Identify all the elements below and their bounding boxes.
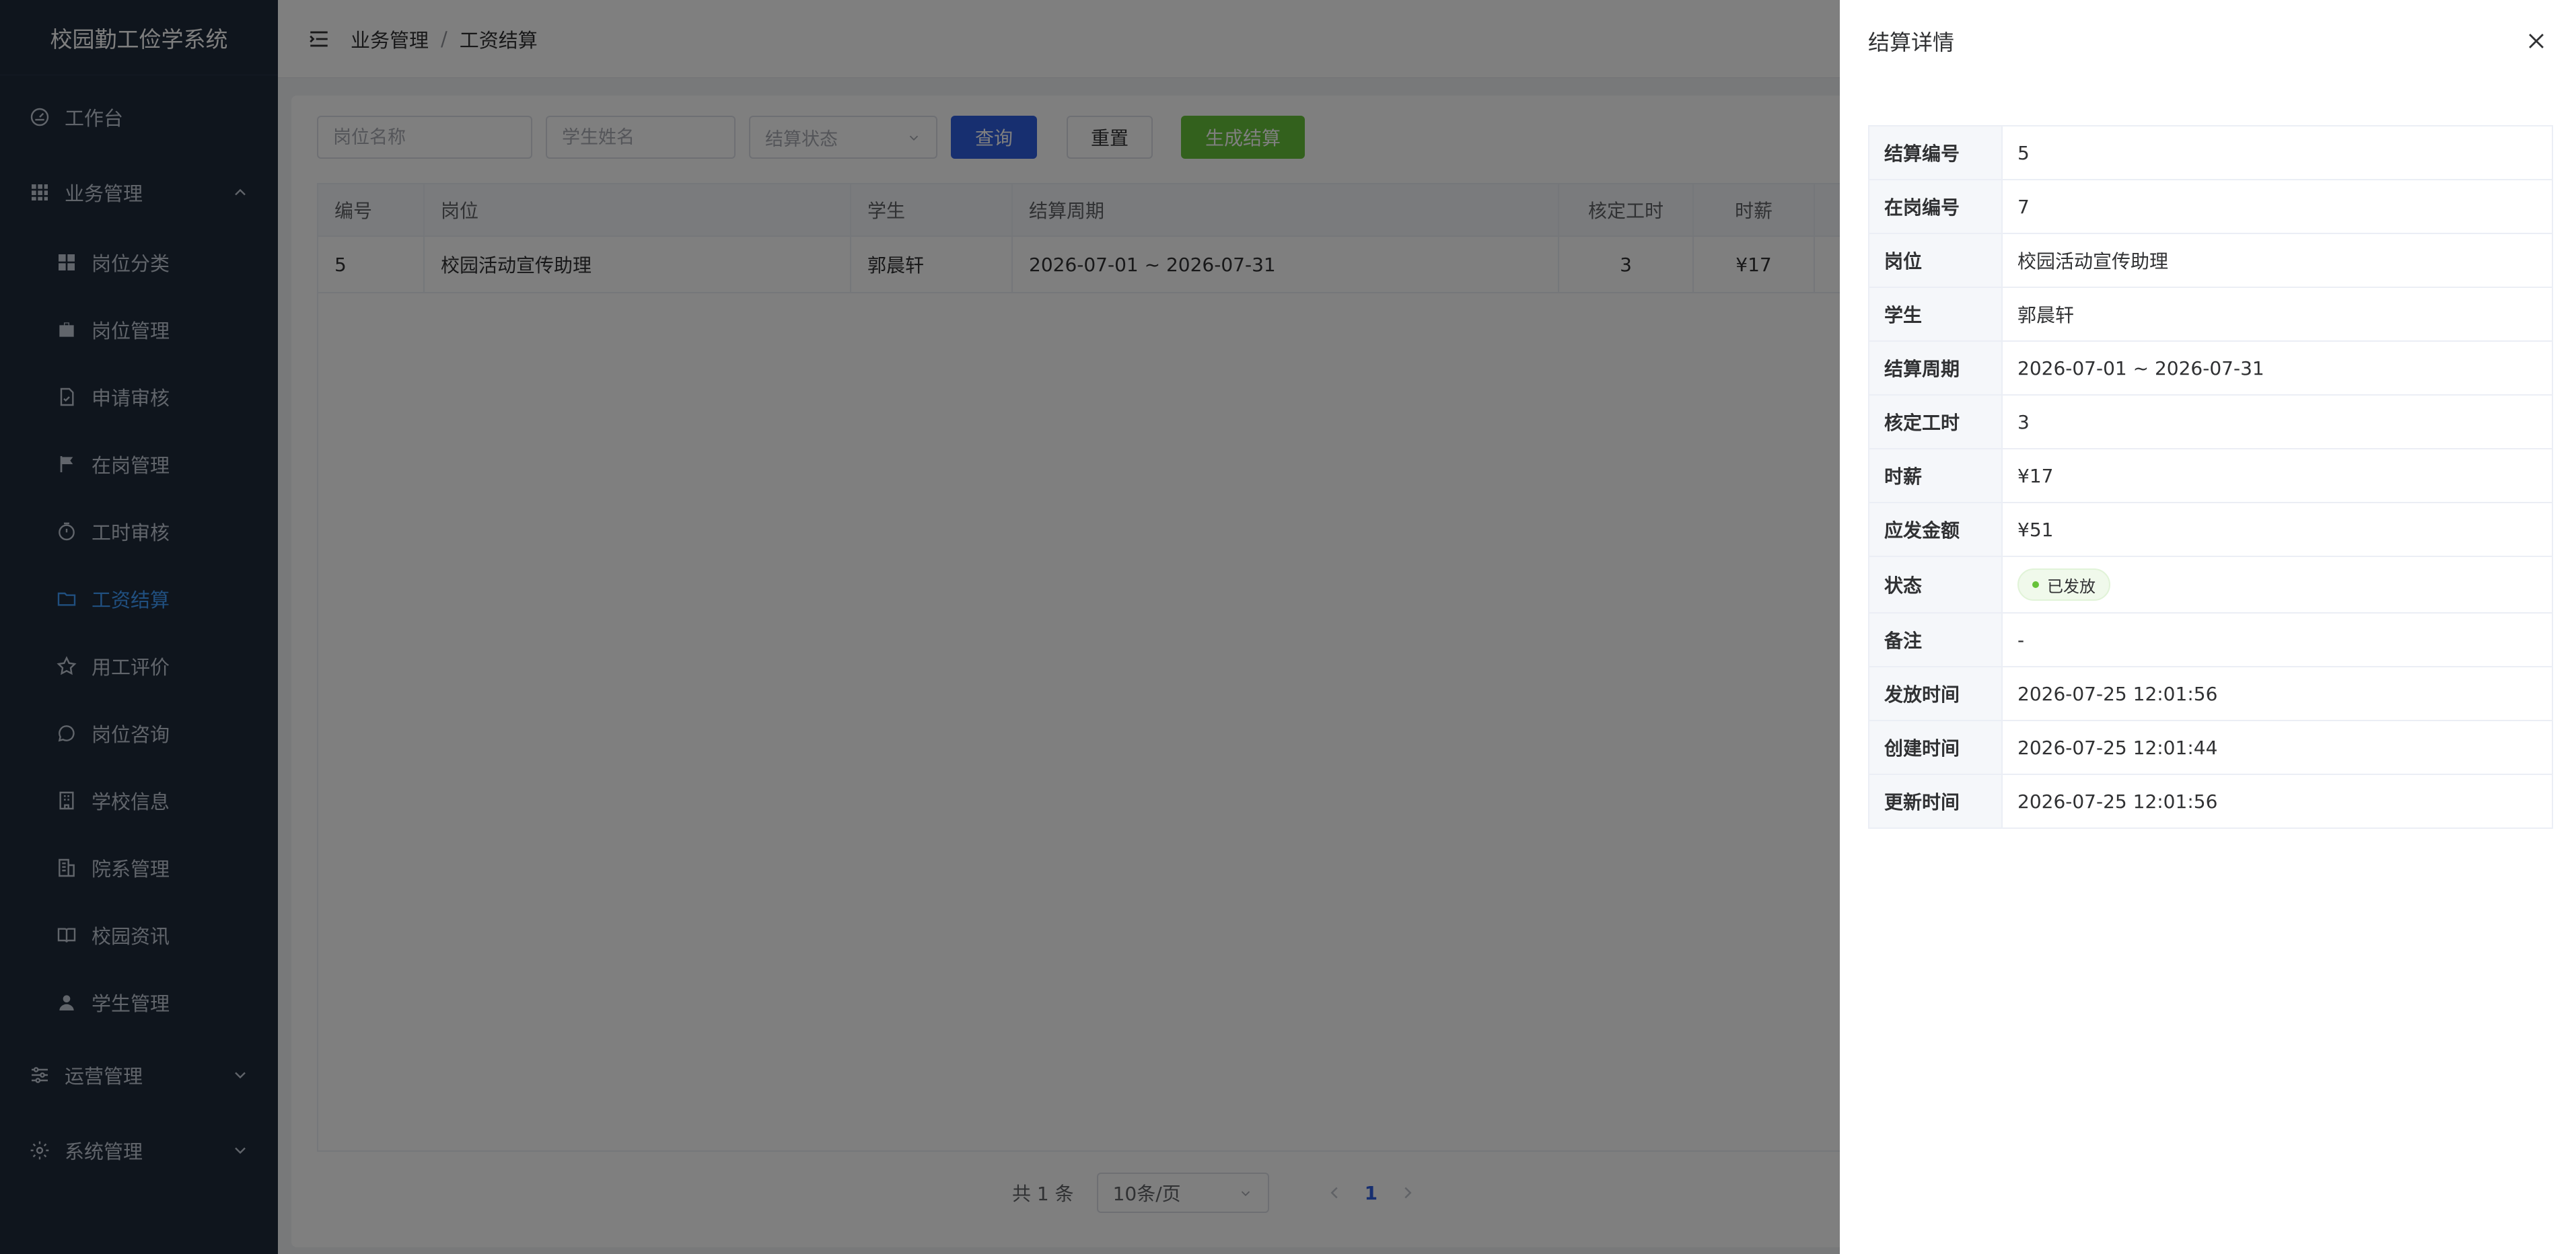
detail-label: 备注 bbox=[1869, 614, 2003, 666]
detail-row: 状态 已发放 bbox=[1869, 557, 2552, 614]
drawer-title: 结算详情 bbox=[1868, 30, 1955, 55]
detail-label: 在岗编号 bbox=[1869, 180, 2003, 233]
status-dot bbox=[2032, 581, 2039, 588]
detail-label: 应发金额 bbox=[1869, 503, 2003, 556]
detail-label: 核定工时 bbox=[1869, 396, 2003, 448]
detail-descriptions: 结算编号 5 在岗编号 7 岗位 校园活动宣传助理 学生 郭晨轩 结算周期 20… bbox=[1868, 125, 2553, 829]
detail-row: 在岗编号 7 bbox=[1869, 180, 2552, 234]
detail-value: 5 bbox=[2017, 141, 2030, 164]
settlement-detail-drawer: 结算详情 结算编号 5 在岗编号 7 岗位 校园活动宣传助理 学生 郭晨轩 结算… bbox=[1840, 0, 2576, 1254]
detail-value: 2026-07-01 ~ 2026-07-31 bbox=[2017, 357, 2264, 379]
status-badge: 已发放 bbox=[2017, 568, 2110, 601]
detail-value: ¥51 bbox=[2017, 518, 2054, 541]
detail-label: 状态 bbox=[1869, 557, 2003, 612]
detail-row: 更新时间 2026-07-25 12:01:56 bbox=[1869, 775, 2552, 829]
detail-value: 郭晨轩 bbox=[2017, 304, 2075, 326]
detail-value: 2026-07-25 12:01:44 bbox=[2017, 736, 2218, 759]
detail-value: 校园活动宣传助理 bbox=[2017, 250, 2169, 272]
detail-value: - bbox=[2017, 628, 2025, 651]
detail-row: 学生 郭晨轩 bbox=[1869, 288, 2552, 342]
close-icon[interactable] bbox=[2525, 30, 2548, 52]
detail-value: 2026-07-25 12:01:56 bbox=[2017, 682, 2218, 705]
detail-row: 结算编号 5 bbox=[1869, 126, 2552, 180]
detail-value: 已发放 bbox=[2003, 557, 2552, 612]
detail-label: 发放时间 bbox=[1869, 667, 2003, 720]
detail-row: 创建时间 2026-07-25 12:01:44 bbox=[1869, 721, 2552, 775]
detail-row: 岗位 校园活动宣传助理 bbox=[1869, 234, 2552, 288]
detail-value: 7 bbox=[2017, 195, 2030, 218]
detail-value: 3 bbox=[2017, 410, 2030, 433]
detail-label: 学生 bbox=[1869, 288, 2003, 340]
detail-label: 创建时间 bbox=[1869, 721, 2003, 774]
detail-value: 2026-07-25 12:01:56 bbox=[2017, 790, 2218, 813]
detail-value: ¥17 bbox=[2017, 464, 2054, 487]
detail-label: 岗位 bbox=[1869, 234, 2003, 287]
detail-row: 应发金额 ¥51 bbox=[1869, 503, 2552, 557]
detail-label: 结算周期 bbox=[1869, 342, 2003, 394]
detail-row: 结算周期 2026-07-01 ~ 2026-07-31 bbox=[1869, 342, 2552, 396]
detail-row: 时薪 ¥17 bbox=[1869, 449, 2552, 503]
status-text: 已发放 bbox=[2047, 577, 2096, 596]
detail-label: 更新时间 bbox=[1869, 775, 2003, 827]
detail-label: 时薪 bbox=[1869, 449, 2003, 502]
detail-row: 核定工时 3 bbox=[1869, 396, 2552, 449]
detail-row: 发放时间 2026-07-25 12:01:56 bbox=[1869, 667, 2552, 721]
drawer-header: 结算详情 bbox=[1868, 26, 2548, 57]
detail-label: 结算编号 bbox=[1869, 126, 2003, 179]
detail-row: 备注 - bbox=[1869, 614, 2552, 667]
